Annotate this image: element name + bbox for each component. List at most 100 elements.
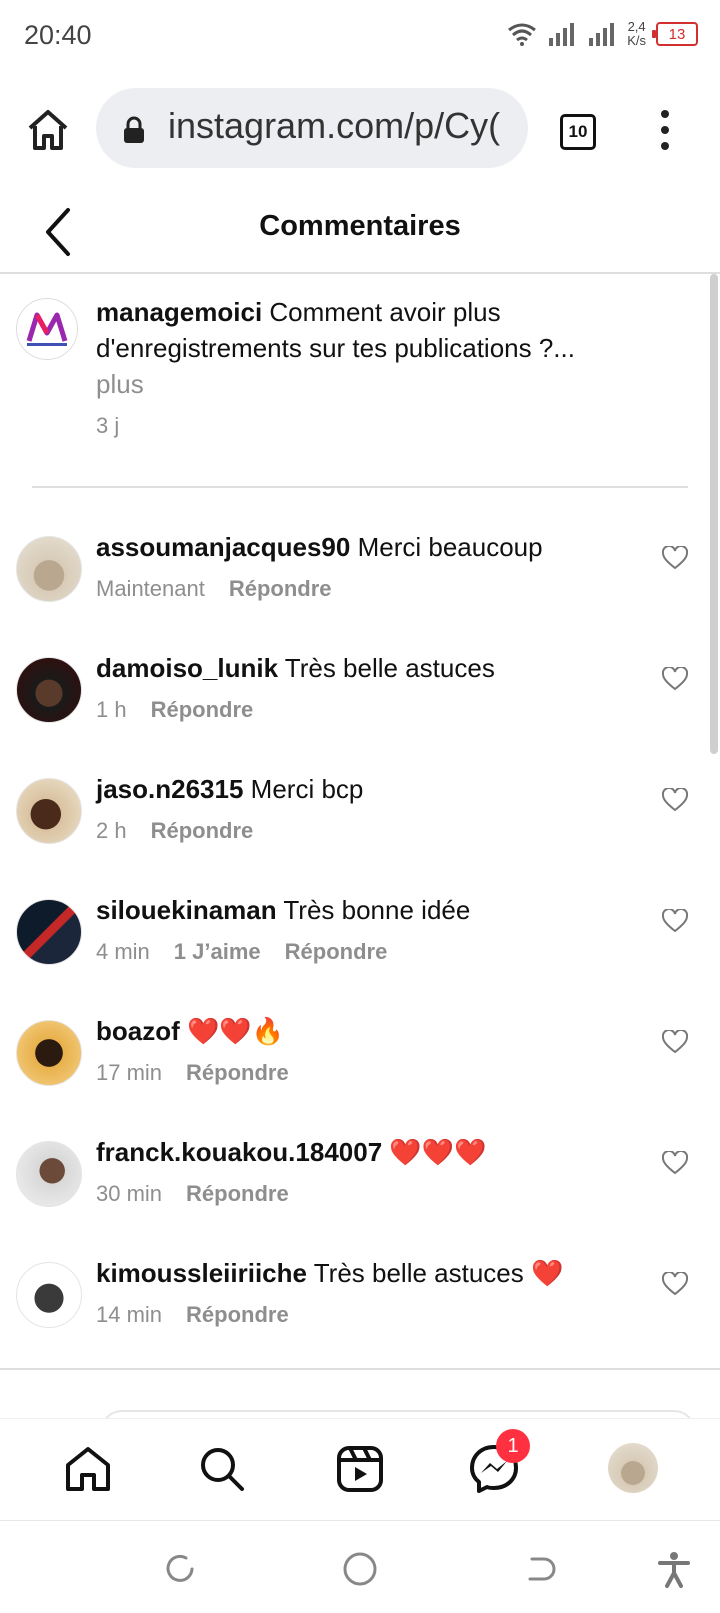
comment-item: kimoussleiiriiche Très belle astuces ❤️ … [0,1256,720,1366]
circle-home-icon[interactable] [340,1549,380,1589]
heart-icon[interactable] [662,1272,688,1296]
comment-line: boazof ❤️❤️🔥 [96,1014,656,1048]
speed-value: 2,4 [627,19,646,34]
speed-unit: K/s [627,33,646,48]
system-nav [0,1520,720,1613]
comment-username[interactable]: franck.kouakou.184007 [96,1137,382,1167]
status-bar: 20:40 2,4 K/s 13 [0,0,720,74]
comment-meta: Maintenant Répondre [96,576,332,602]
comment-time: Maintenant [96,576,205,601]
more-vert-icon[interactable] [650,108,680,152]
comment-line: silouekinaman Très bonne idée [96,893,656,927]
reply-button[interactable]: Répondre [285,939,388,965]
avatar[interactable] [16,657,82,723]
reply-button[interactable]: Répondre [186,1302,289,1328]
recents-icon[interactable] [160,1549,200,1589]
signal-icon [549,23,575,46]
likes-count[interactable]: 1 J’aime [174,939,261,965]
comment-text: Très bonne idée [276,895,471,925]
comment-item: franck.kouakou.184007 ❤️❤️❤️ 30 min Répo… [0,1135,720,1245]
comment-time: 17 min [96,1060,163,1085]
heart-icon[interactable] [662,909,688,933]
heart-icon[interactable] [662,546,688,570]
page-title: Commentaires [259,210,461,242]
comment-item: boazof ❤️❤️🔥 17 min Répondre [0,1014,720,1124]
comment-text: Merci beaucoup [350,532,543,562]
avatar[interactable] [16,778,82,844]
divider [32,486,688,488]
caption-avatar[interactable] [16,298,78,360]
comment-time: 14 min [96,1302,163,1327]
bottom-nav: 1 [0,1418,720,1519]
comment-username[interactable]: jaso.n26315 [96,774,243,804]
comment-text: Très belle astuces ❤️ [306,1258,564,1288]
comment-username[interactable]: kimoussleiiriiche [96,1258,307,1288]
tabs-button[interactable]: 10 [560,114,596,150]
more-link[interactable]: plus [96,366,696,402]
comment-text: Merci bcp [243,774,364,804]
heart-icon[interactable] [662,788,688,812]
reels-icon[interactable] [334,1443,386,1495]
comment-time: 1 h [96,697,127,722]
comment-item: jaso.n26315 Merci bcp 2 h Répondre [0,772,720,882]
post-caption: managemoici Comment avoir plus d'enregis… [0,274,720,494]
messages-badge: 1 [496,1429,530,1463]
comment-item: damoiso_lunik Très belle astuces 1 h Rép… [0,651,720,761]
comment-time: 4 min [96,939,150,964]
comment-meta: 1 h Répondre [96,697,253,723]
comment-username[interactable]: assoumanjacques90 [96,532,350,562]
avatar[interactable] [16,1020,82,1086]
comment-username[interactable]: boazof [96,1016,180,1046]
status-indicators: 2,4 K/s 13 [507,20,698,48]
heart-icon[interactable] [662,1151,688,1175]
network-speed: 2,4 K/s [627,20,646,48]
wifi-icon [508,23,537,46]
comment-line: jaso.n26315 Merci bcp [96,772,656,806]
comment-item: assoumanjacques90 Merci beaucoup Mainten… [0,530,720,640]
comment-meta: 30 min Répondre [96,1181,289,1207]
badge-count: 1 [507,1434,519,1457]
caption-time: 3 j [96,413,120,438]
reply-button[interactable]: Répondre [151,697,254,723]
home-icon[interactable] [24,106,72,154]
status-time: 20:40 [24,20,92,50]
accessibility-icon[interactable] [654,1549,694,1589]
comment-username[interactable]: silouekinaman [96,895,277,925]
comment-username[interactable]: damoiso_lunik [96,653,278,683]
avatar[interactable] [16,536,82,602]
reply-button[interactable]: Répondre [186,1060,289,1086]
comment-meta: 17 min Répondre [96,1060,289,1086]
comment-meta: 4 min 1 J’aime Répondre [96,939,387,965]
battery-icon: 13 [652,22,698,46]
avatar[interactable] [16,1262,82,1328]
comment-time: 30 min [96,1181,163,1206]
comment-time: 2 h [96,818,127,843]
comment-line: assoumanjacques90 Merci beaucoup [96,530,656,564]
profile-avatar[interactable] [608,1443,658,1493]
avatar[interactable] [16,899,82,965]
lock-icon [124,116,144,143]
reply-button[interactable]: Répondre [186,1181,289,1207]
caption-username[interactable]: managemoici [96,297,262,327]
caption-body: managemoici Comment avoir plus d'enregis… [96,294,696,444]
signal-icon-2 [589,23,615,46]
search-icon[interactable] [196,1443,248,1495]
heart-icon[interactable] [662,667,688,691]
heart-icon[interactable] [662,1030,688,1054]
back-nav-icon[interactable] [520,1549,560,1589]
battery-level: 13 [668,25,686,43]
comment-meta: 2 h Répondre [96,818,253,844]
composer-divider [0,1368,720,1370]
reply-button[interactable]: Répondre [229,576,332,602]
comment-text: ❤️❤️🔥 [179,1016,285,1046]
browser-toolbar: instagram.com/p/Cy( 10 [0,80,720,180]
home-icon[interactable] [62,1443,114,1495]
comment-line: franck.kouakou.184007 ❤️❤️❤️ [96,1135,656,1169]
reply-button[interactable]: Répondre [151,818,254,844]
comment-text: Très belle astuces [278,653,495,683]
avatar[interactable] [16,1141,82,1207]
comment-meta: 14 min Répondre [96,1302,289,1328]
comments-header: Commentaires [0,190,720,274]
comment-line: damoiso_lunik Très belle astuces [96,651,656,685]
url-bar[interactable]: instagram.com/p/Cy( [96,88,528,168]
